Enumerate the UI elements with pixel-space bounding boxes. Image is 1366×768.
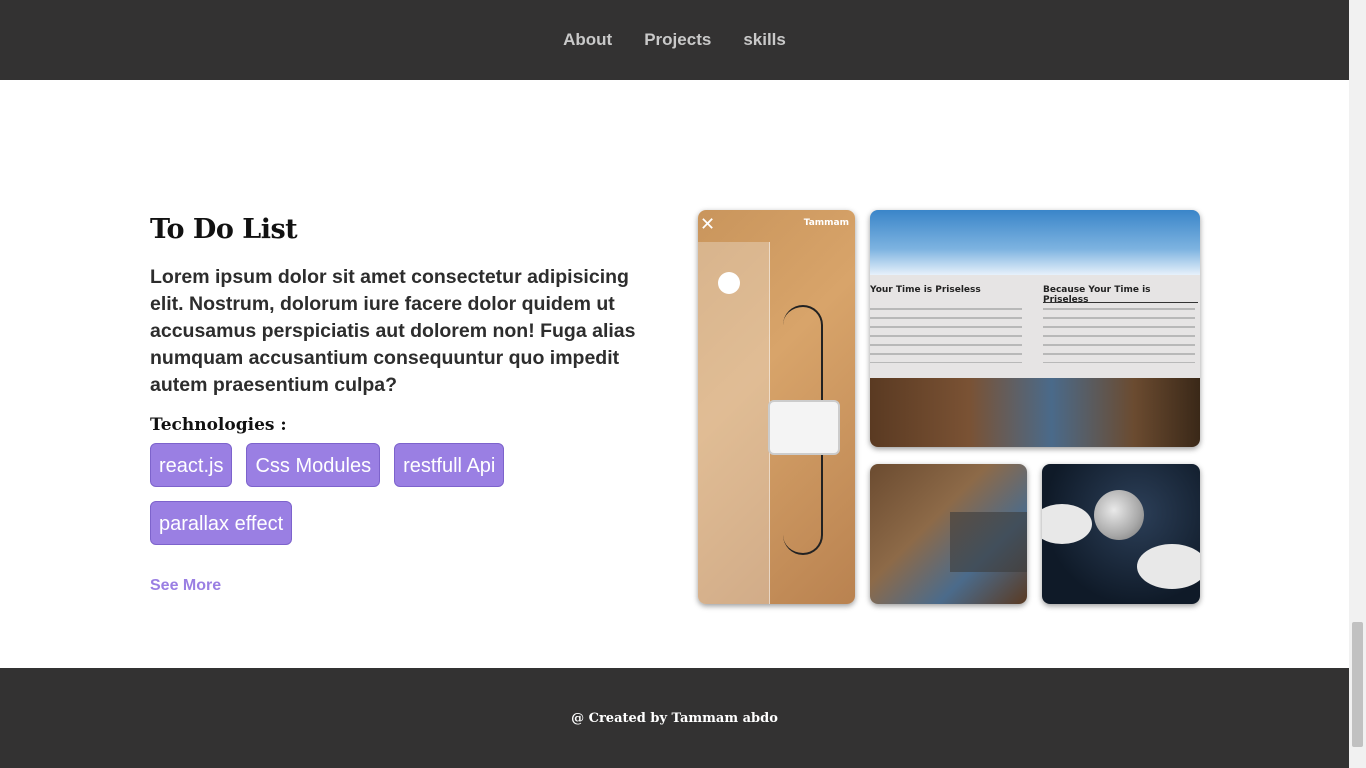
cloud-image [1042,504,1092,544]
see-more-link[interactable]: See More [150,577,221,595]
moon-image [1094,490,1144,540]
footer: @ Created by Tammam abdo [0,668,1349,768]
tech-tag: Css Modules [246,443,381,487]
task-card-preview [950,512,1027,572]
divider [1043,302,1198,303]
technologies-heading: Technologies : [150,415,287,435]
cloud-image [1137,544,1200,589]
tech-tag: restfull Api [394,443,505,487]
project-info: To Do List Lorem ipsum dolor sit amet co… [150,210,640,595]
side-menu-preview [698,242,770,604]
moon-screenshot[interactable] [1042,464,1200,604]
column-heading-left: Your Time is Priseless [870,285,981,295]
paragraph-placeholder [870,308,1022,363]
paragraph-placeholder [1043,308,1195,363]
tech-tag: react.js [150,443,233,487]
tech-tag: parallax effect [150,501,293,545]
screenshot-gallery: ✕ Tammam Your Time is Priseless Because … [698,210,1200,604]
close-icon: ✕ [700,214,716,235]
nav-link-projects[interactable]: Projects [644,30,711,50]
project-description: Lorem ipsum dolor sit amet consectetur a… [150,266,636,396]
project-title: To Do List [150,214,298,245]
mobile-watermark: Tammam [803,218,849,228]
project-card: To Do List Lorem ipsum dolor sit amet co… [150,210,1200,610]
technology-tags: react.js Css Modules restfull Api parall… [150,443,570,545]
tasks-screenshot[interactable] [870,464,1027,604]
phone-image [768,400,840,455]
sky-banner [870,210,1200,275]
mobile-screenshot[interactable]: ✕ Tammam [698,210,855,604]
team-photo [870,378,1200,447]
desktop-screenshot[interactable]: Your Time is Priseless Because Your Time… [870,210,1200,447]
nav-link-about[interactable]: About [563,30,612,50]
top-navbar: About Projects skills [0,0,1349,80]
nav-link-skills[interactable]: skills [743,30,786,50]
scrollbar-thumb[interactable] [1352,622,1363,747]
footer-credit: @ Created by Tammam abdo [571,710,778,726]
page-scrollbar[interactable] [1349,0,1366,768]
avatar [718,272,740,294]
